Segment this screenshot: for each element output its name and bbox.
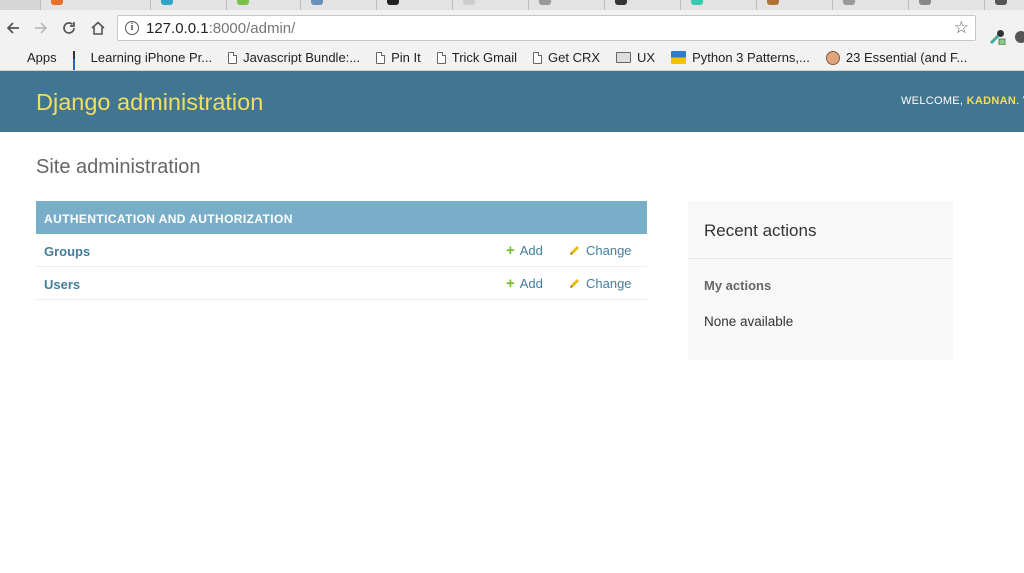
no-actions-text: None available [704,314,794,329]
plus-icon: + [506,275,515,292]
page-icon [228,51,238,64]
home-button[interactable] [87,17,109,39]
recent-actions-title: Recent actions [704,221,817,240]
bookmark-trick-gmail[interactable]: Trick Gmail [436,50,517,65]
forward-arrow-icon [35,22,48,34]
username: KADNAN [966,95,1017,107]
browser-tab[interactable] [984,0,1024,10]
address-url: 127.0.0.1:8000/admin/ [146,20,295,37]
address-bar[interactable]: i 127.0.0.1:8000/admin/ ☆ [117,15,976,41]
page-title: Site administration [36,156,201,178]
back-button[interactable] [2,17,24,39]
add-label: Add [519,243,543,258]
page-icon [436,51,446,64]
python-icon [671,51,687,64]
bookmark-folder-ux[interactable]: UX [616,50,655,65]
folder-icon [616,52,632,63]
bookmark-label: Trick Gmail [451,50,517,65]
user-tools: WELCOME, KADNAN. V [901,95,1024,107]
pencil-icon [570,279,579,288]
add-groups-link[interactable]: + Add [506,243,543,258]
change-label: Change [586,243,632,258]
bookmark-learning-iphone[interactable]: Learning iPhone Pr... [72,50,213,70]
model-row-users: Users + Add Change [36,267,647,300]
welcome-label: WELCOME, [901,95,964,107]
reload-icon [63,22,75,34]
page-icon [376,51,386,64]
model-link-users[interactable]: Users [44,277,80,292]
bookmark-apps[interactable]: Apps [8,50,57,65]
plus-icon: + [506,242,515,259]
add-label: Add [519,276,543,291]
change-label: Change [586,276,632,291]
pencil-icon [570,246,579,255]
model-row-groups: Groups + Add Change [36,234,647,267]
user-tools-rest: . V [1016,95,1024,107]
bookmark-label: UX [637,50,656,65]
reload-button[interactable] [58,17,80,39]
bookmark-python-patterns[interactable]: Python 3 Patterns,... [671,50,810,65]
page-icon [533,51,542,64]
model-link-groups[interactable]: Groups [44,244,90,259]
bookmark-javascript-bundle[interactable]: Javascript Bundle:... [228,50,360,65]
bookmark-label: Learning iPhone Pr... [90,50,213,65]
apps-grid-icon [8,51,21,64]
app-module-auth: AUTHENTICATION AND AUTHORIZATION Groups … [36,201,647,300]
site-info-icon[interactable]: i [125,21,139,35]
bookmark-label: Apps [27,50,57,65]
bookmark-label: Pin It [391,50,421,65]
browser-tab-strip [0,0,1024,10]
recent-actions-panel: Recent actions My actions None available [688,201,953,360]
bookmark-star-icon[interactable]: ☆ [954,19,969,36]
my-actions-heading: My actions [704,278,772,293]
app-caption[interactable]: AUTHENTICATION AND AUTHORIZATION [36,201,647,234]
address-path: :8000/admin/ [208,19,296,37]
bookmark-get-crx[interactable]: Get CRX [533,50,600,65]
bookmark-label: Python 3 Patterns,... [692,50,810,65]
address-host: 127.0.0.1 [146,19,209,37]
bookmark-23-essential[interactable]: 23 Essential (and F... [825,50,968,65]
admin-header: Django administration WELCOME, KADNAN. V [0,71,1024,132]
extension-icon[interactable] [1015,31,1024,43]
change-groups-link[interactable]: Change [569,243,632,258]
face-icon [825,50,840,65]
site-branding[interactable]: Django administration [36,89,263,116]
browser-toolbar: i 127.0.0.1:8000/admin/ ☆ [0,10,1024,46]
bookmark-pin-it[interactable]: Pin It [376,50,421,65]
eyedropper-extension-icon[interactable] [988,28,1006,46]
bookmark-label: 23 Essential (and F... [845,50,968,65]
bookmark-label: Get CRX [548,50,601,65]
forward-button[interactable] [30,17,52,39]
bookmarks-bar: Apps Learning iPhone Pr... Javascript Bu… [0,45,1024,71]
change-users-link[interactable]: Change [569,276,632,291]
bars-icon [72,50,85,70]
add-users-link[interactable]: + Add [506,276,543,291]
back-arrow-icon [6,22,19,34]
divider [688,258,953,259]
bookmark-label: Javascript Bundle:... [243,50,361,65]
home-icon [91,21,105,35]
